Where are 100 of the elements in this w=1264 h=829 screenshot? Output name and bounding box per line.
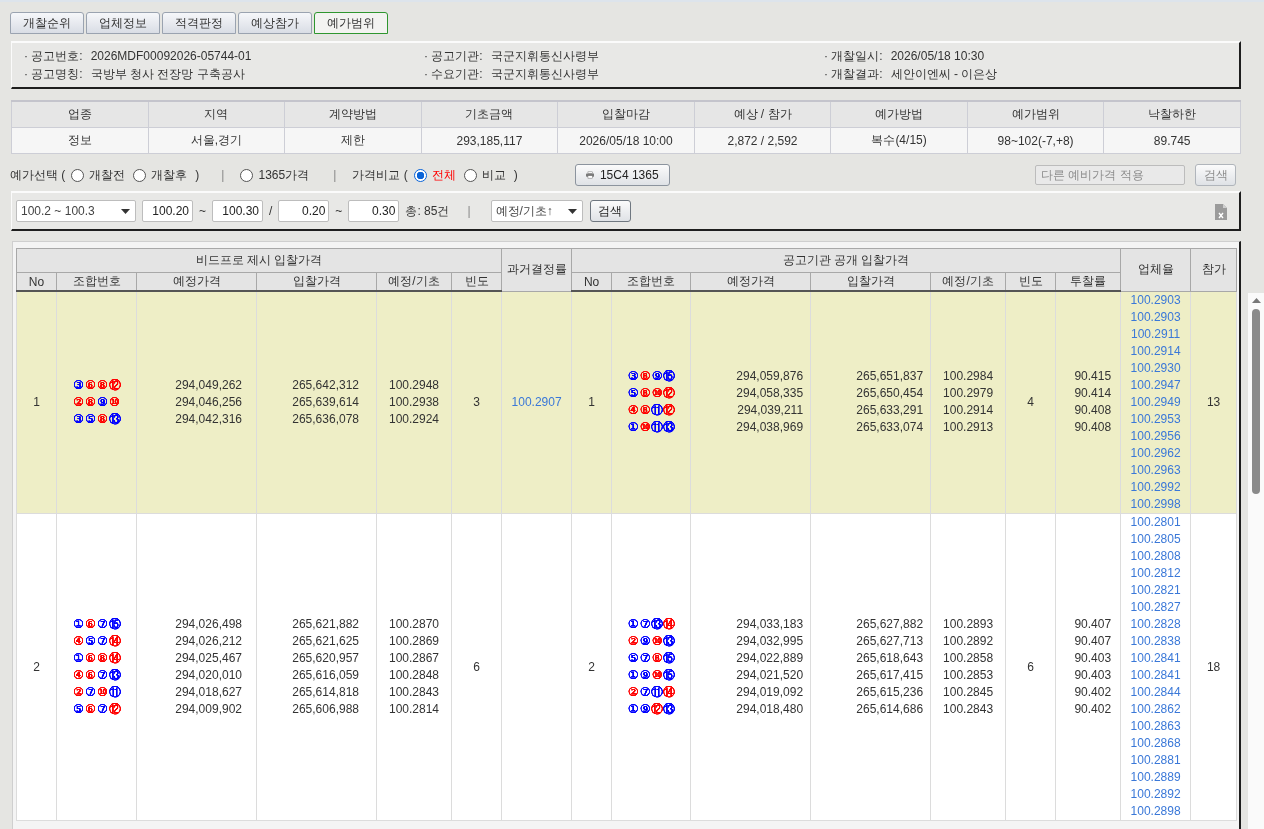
range-label: ~ — [199, 204, 206, 218]
print-button[interactable]: 15C4 1365 — [574, 164, 670, 186]
combination-number: ⑮ — [663, 368, 676, 386]
bid-price: 265,627,882 — [856, 616, 924, 631]
summary-header: 지역 — [148, 101, 285, 128]
dropdown[interactable]: 예정/기초↑ — [490, 200, 583, 222]
scrollbar-thumb[interactable] — [1252, 309, 1260, 494]
price-ratio: 100.2843 — [943, 701, 994, 716]
table-row[interactable] — [16, 291, 1237, 513]
filter-label: 예가선택 ( — [10, 166, 66, 184]
bid-price: 265,636,078 — [292, 411, 359, 426]
combination-number: ⑬ — [108, 410, 121, 428]
combination-number: ⑦ — [96, 700, 109, 718]
table-row[interactable] — [16, 513, 1237, 820]
range-input[interactable]: 100.30 — [212, 200, 263, 222]
combination-number: ⑩ — [639, 419, 651, 437]
scroll-up-icon[interactable] — [1251, 298, 1261, 303]
combination-number: ⑧ — [84, 393, 97, 411]
radio-option[interactable]: 1365가격 — [240, 166, 310, 184]
combination-number: ⑨ — [651, 368, 663, 386]
company-rate: 100.2953 — [1130, 411, 1181, 426]
tab[interactable]: 적격판정 — [162, 12, 236, 34]
combination-number: ① — [72, 649, 85, 667]
estimated-price: 294,059,876 — [736, 369, 804, 384]
company-rate: 100.2898 — [1130, 803, 1181, 818]
notice-label: · 공고명칭: — [24, 66, 83, 82]
dropdown[interactable]: 100.2 ~ 100.3 — [16, 200, 136, 222]
company-rate: 100.2892 — [1130, 786, 1181, 801]
combination-number: ⑫ — [663, 385, 676, 403]
combination-number: ⑤ — [84, 410, 97, 428]
caret-icon — [567, 208, 577, 214]
combination-number: ⑫ — [108, 700, 121, 718]
company-rate: 100.2963 — [1130, 462, 1181, 477]
range-input[interactable]: 0.30 — [348, 200, 400, 222]
column-header: 업체율 — [1120, 248, 1191, 291]
radio-icon[interactable] — [413, 168, 427, 182]
company-rate: 100.2903 — [1130, 309, 1181, 324]
company-rate: 100.2801 — [1130, 514, 1181, 529]
summary-value: 2,872 / 2,592 — [694, 127, 831, 154]
file-icon[interactable] — [1215, 204, 1227, 220]
combination-number: ⑦ — [96, 632, 109, 650]
combination-number: ⑨ — [639, 700, 651, 718]
combination-number: ③ — [72, 376, 85, 394]
radio-option[interactable]: 개찰후 — [133, 166, 188, 184]
bid-rate: 90.414 — [1074, 386, 1112, 401]
company-rate: 100.2841 — [1130, 650, 1181, 665]
printer-icon — [585, 168, 594, 182]
company-rate: 100.2868 — [1130, 735, 1181, 750]
scrollbar[interactable] — [1248, 293, 1264, 829]
company-rate: 100.2828 — [1130, 616, 1181, 631]
combination-number: ⑥ — [84, 700, 97, 718]
bid-price: 265,614,818 — [292, 684, 359, 699]
radio-option[interactable]: 개찰전 — [71, 166, 126, 184]
radio-icon[interactable] — [71, 168, 85, 182]
radio-icon[interactable] — [240, 168, 254, 182]
combination-number: ⑤ — [84, 632, 97, 650]
bid-rate: 90.402 — [1074, 684, 1112, 699]
summary-value: 2026/05/18 10:00 — [557, 127, 695, 154]
estimated-price: 294,049,262 — [175, 377, 242, 392]
bid-rate: 90.408 — [1074, 420, 1112, 435]
combination-number: ⑧ — [639, 402, 651, 420]
column-header: 참가 — [1190, 248, 1237, 291]
separator-text: | — [467, 204, 471, 218]
summary-header: 계약방법 — [284, 101, 422, 128]
radio-option[interactable]: 비교 — [463, 166, 506, 184]
combination-number: ⑩ — [96, 683, 109, 701]
summary-header: 업종 — [11, 101, 149, 128]
notice-value: 2026MDF00092026-05744-01 — [90, 48, 252, 64]
radio-icon[interactable] — [133, 168, 147, 182]
estimated-price: 294,021,520 — [736, 667, 804, 682]
frequency: 6 — [473, 659, 480, 674]
company-rate: 100.2827 — [1130, 599, 1181, 614]
combination-number: ⑤ — [627, 385, 640, 403]
notice-value: 세안이엔씨 - 이은상 — [890, 66, 998, 82]
combination-number: ⑧ — [96, 410, 109, 428]
price-ratio: 100.2869 — [388, 633, 440, 648]
range-input[interactable]: 100.20 — [142, 200, 193, 222]
summary-value: 복수(4/15) — [830, 127, 968, 154]
notice-label: · 개찰결과: — [824, 66, 883, 82]
combination-number: ⑫ — [108, 376, 121, 394]
tab[interactable]: 개찰순위 — [10, 12, 84, 34]
filter-label: 가격비교 ( — [352, 166, 408, 184]
summary-header: 예상 / 참가 — [694, 101, 831, 128]
combination-number: ⑩ — [108, 393, 121, 411]
tab[interactable]: 예가범위 — [314, 12, 388, 34]
price-ratio: 100.2948 — [388, 377, 440, 392]
combination-number: ⑦ — [639, 615, 651, 633]
company-rate: 100.2949 — [1130, 394, 1181, 409]
radio-icon[interactable] — [463, 168, 477, 182]
range-input[interactable]: 0.20 — [278, 200, 330, 222]
bid-price: 265,627,713 — [856, 633, 924, 648]
search-button[interactable]: 검색 — [589, 200, 631, 222]
combination-number: ⑩ — [651, 666, 663, 684]
company-rate: 100.2812 — [1130, 565, 1181, 580]
tab[interactable]: 예상참가 — [238, 12, 312, 34]
price-ratio: 100.2984 — [943, 369, 994, 384]
summary-header: 예가방법 — [830, 101, 968, 128]
combination-number: ⑧ — [96, 649, 109, 667]
tab[interactable]: 업체정보 — [86, 12, 160, 34]
estimated-price: 294,022,889 — [736, 650, 804, 665]
